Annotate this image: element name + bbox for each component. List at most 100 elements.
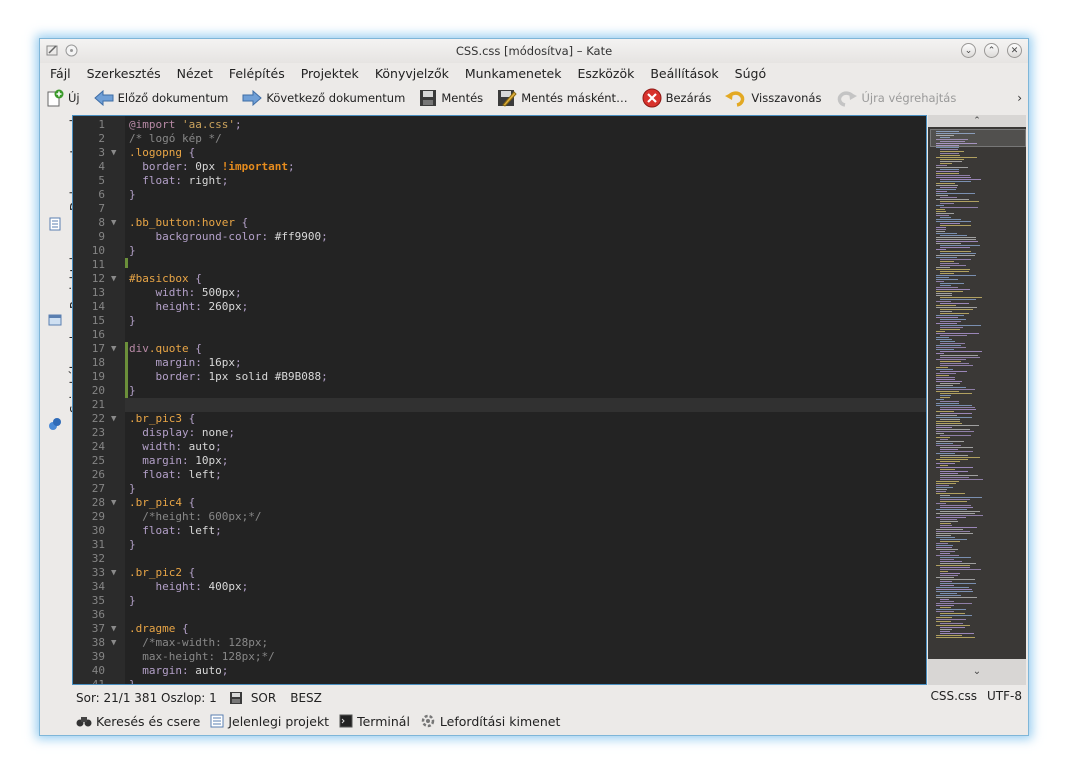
close-button[interactable]: Bezárás	[642, 88, 711, 108]
menu-tools[interactable]: Eszközök	[577, 66, 634, 81]
fold-toggle-icon[interactable]: ▼	[111, 566, 116, 580]
fold-toggle-icon[interactable]: ▼	[111, 272, 116, 286]
scroll-down-button[interactable]: ⌄	[928, 659, 1026, 685]
code-line[interactable]: 14 height: 260px;	[73, 300, 926, 314]
code-editor[interactable]: 1 @import 'aa.css'; 2 /* logó kép */ 3 ▼ .logo…	[72, 115, 927, 685]
code-line[interactable]: 6}	[73, 188, 926, 202]
fold-toggle-icon[interactable]: ▼	[111, 146, 116, 160]
tab-documents[interactable]: Dokumentumok	[44, 115, 82, 233]
tab-current-project[interactable]: Jelenlegi projekt	[210, 714, 329, 729]
code-line[interactable]: 1 @import 'aa.css';	[73, 118, 926, 132]
fold-toggle-icon[interactable]: ▼	[111, 622, 116, 636]
code-line[interactable]: 33 ▼ .br_pic2 {	[73, 566, 926, 580]
menu-help[interactable]: Súgó	[735, 66, 766, 81]
close-window-button[interactable]: ✕	[1007, 43, 1022, 58]
code-line[interactable]: 26 float: left;	[73, 468, 926, 482]
fold-toggle-icon[interactable]: ▼	[111, 412, 116, 426]
fold-toggle-icon[interactable]: ▼	[111, 636, 116, 650]
minimap-line	[936, 421, 960, 422]
code-line[interactable]: 5 float: right;	[73, 174, 926, 188]
insert-mode[interactable]: BESZ	[290, 691, 322, 705]
menu-projects[interactable]: Projektek	[301, 66, 359, 81]
code-line[interactable]: 4 border: 0px !important;	[73, 160, 926, 174]
menu-view[interactable]: Nézet	[177, 66, 213, 81]
code-line[interactable]: 19 border: 1px solid #B9B088;	[73, 370, 926, 384]
code-line[interactable]: 38 ▼ /*max-width: 128px;	[73, 636, 926, 650]
minimap-line	[940, 265, 966, 266]
code-line[interactable]: 27}	[73, 482, 926, 496]
code-line[interactable]: 37 ▼ .dragme {	[73, 622, 926, 636]
toolbar-overflow-button[interactable]: ›	[1017, 91, 1022, 105]
code-line[interactable]: 11	[73, 258, 926, 272]
code-line[interactable]: 34 height: 400px;	[73, 580, 926, 594]
code-line[interactable]: 36	[73, 608, 926, 622]
minimap-line	[940, 161, 962, 162]
code-line[interactable]: 3 ▼ .logopng {	[73, 146, 926, 160]
menu-file[interactable]: Fájl	[50, 66, 71, 81]
scroll-up-button[interactable]: ⌃	[928, 115, 1026, 127]
code-line[interactable]: 15}	[73, 314, 926, 328]
save-button[interactable]: Mentés	[419, 89, 483, 107]
status-bar: Sor: 21/1 381 Oszlop: 1 SOR BESZ CSS.css…	[76, 689, 1026, 707]
code-text: float: left;	[142, 524, 222, 537]
line-number: 17	[91, 342, 105, 355]
new-button[interactable]: Új	[46, 89, 80, 107]
fold-toggle-icon[interactable]: ▼	[111, 342, 116, 356]
fold-toggle-icon[interactable]: ▼	[111, 496, 116, 510]
code-line[interactable]: 29 /*height: 600px;*/	[73, 510, 926, 524]
tab-terminal[interactable]: Terminál	[339, 714, 410, 729]
code-line[interactable]: 20}	[73, 384, 926, 398]
redo-button[interactable]: Újra végrehajtás	[835, 89, 956, 107]
code-line[interactable]: 13 width: 500px;	[73, 286, 926, 300]
code-text: margin: auto;	[142, 664, 229, 677]
code-line[interactable]: 8 ▼ .bb_button:hover {	[73, 216, 926, 230]
code-line[interactable]: 41}	[73, 678, 926, 684]
code-line[interactable]: 25 margin: 10px;	[73, 454, 926, 468]
menu-sessions[interactable]: Munkamenetek	[465, 66, 562, 81]
code-line[interactable]: 39 max-height: 128px;*/	[73, 650, 926, 664]
menu-settings[interactable]: Beállítások	[650, 66, 718, 81]
minimap-line	[940, 471, 968, 472]
tab-projects[interactable]: Projektek	[44, 243, 82, 329]
code-line[interactable]: 28 ▼ .br_pic4 {	[73, 496, 926, 510]
code-line[interactable]: 12 ▼ #basicbox {	[73, 272, 926, 286]
prev-document-button[interactable]: Előző dokumentum	[93, 90, 228, 106]
minimap-line	[936, 545, 953, 546]
code-line[interactable]: 7	[73, 202, 926, 216]
undo-button[interactable]: Visszavonás	[725, 89, 821, 107]
tab-search-replace[interactable]: Keresés és csere	[76, 714, 200, 729]
code-line[interactable]: 32	[73, 552, 926, 566]
code-line[interactable]: 21	[73, 398, 926, 412]
line-number: 7	[98, 202, 105, 215]
code-line[interactable]: 23 display: none;	[73, 426, 926, 440]
line-number: 22	[91, 412, 105, 425]
minimap[interactable]: ⌃ ⌄	[928, 115, 1026, 685]
code-line[interactable]: 16	[73, 328, 926, 342]
code-line[interactable]: 24 width: auto;	[73, 440, 926, 454]
menu-bookmarks[interactable]: Könyvjelzők	[375, 66, 449, 81]
tab-build-output[interactable]: Lefordítási kimenet	[420, 713, 560, 729]
code-line[interactable]: 17 ▼ div.quote {	[73, 342, 926, 356]
code-line[interactable]: 10}	[73, 244, 926, 258]
code-line[interactable]: 9 background-color: #ff9900;	[73, 230, 926, 244]
next-document-button[interactable]: Következő dokumentum	[242, 90, 405, 106]
menu-build[interactable]: Felépítés	[229, 66, 285, 81]
fold-toggle-icon[interactable]: ▼	[111, 216, 116, 230]
maximize-button[interactable]: ⌃	[984, 43, 999, 58]
code-line[interactable]: 18 margin: 16px;	[73, 356, 926, 370]
code-line[interactable]: 30 float: left;	[73, 524, 926, 538]
status-encoding[interactable]: UTF-8	[987, 689, 1022, 703]
menu-edit[interactable]: Szerkesztés	[87, 66, 161, 81]
selection-mode[interactable]: SOR	[251, 691, 276, 705]
save-status-icon[interactable]	[229, 691, 243, 705]
minimap-viewport[interactable]	[930, 129, 1026, 147]
tab-symbols[interactable]: Szimbólumok	[44, 332, 82, 433]
help-button[interactable]: ⌄	[961, 43, 976, 58]
code-line[interactable]: 22 ▼ .br_pic3 {	[73, 412, 926, 426]
save-as-button[interactable]: Mentés másként…	[497, 89, 628, 107]
code-line[interactable]: 35}	[73, 594, 926, 608]
code-line[interactable]: 31}	[73, 538, 926, 552]
minimap-line	[940, 311, 952, 312]
code-line[interactable]: 40 margin: auto;	[73, 664, 926, 678]
code-line[interactable]: 2 /* logó kép */	[73, 132, 926, 146]
